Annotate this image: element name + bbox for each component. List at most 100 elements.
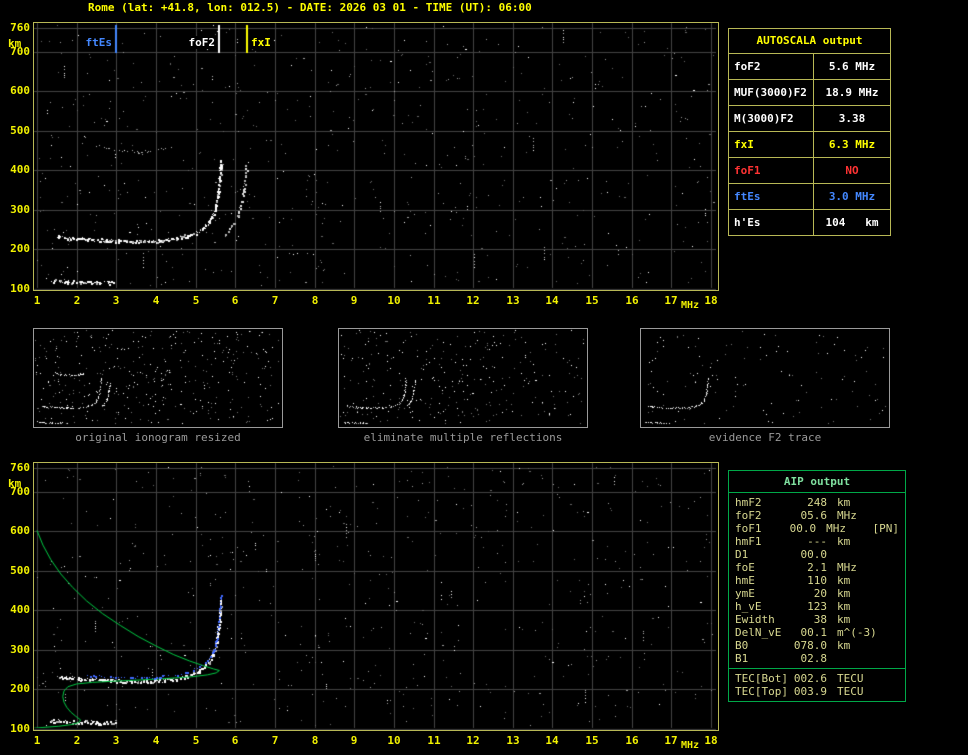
aip-param-value: 078.0 (793, 639, 827, 652)
aip-param-name: D1 (735, 548, 749, 561)
x-tick-label: 2 (73, 734, 81, 747)
x-tick-label: 16 (625, 294, 639, 307)
aip-param-note (885, 574, 899, 587)
autoscala-row-label: foF2 (729, 54, 814, 79)
aip-param-unit: m^(-3) (837, 626, 877, 639)
y-tick-label: 100 (10, 722, 30, 735)
aip-table-title: AIP output (729, 471, 905, 493)
autoscala-row-value: 3.0 MHz (828, 190, 876, 203)
aip-param-note (885, 639, 899, 652)
aip-param-unit: TECU (837, 672, 864, 685)
y-tick-label: 700 (10, 45, 30, 58)
y-tick-label: 500 (10, 124, 30, 137)
aip-param-value: 123 (807, 600, 827, 613)
x-tick-label: 9 (350, 294, 358, 307)
y-tick-label: 500 (10, 564, 30, 577)
aip-param-name: B0 (735, 639, 749, 652)
y-tick-label: 100 (10, 282, 30, 295)
marker-label-fxi: fxI (250, 36, 272, 49)
caption-multiple-reflections: eliminate multiple reflections (363, 431, 563, 444)
autoscala-row-value: NO (845, 164, 859, 177)
aip-param-unit (827, 652, 885, 665)
aip-param-unit: km (837, 613, 851, 626)
autoscala-table-title: AUTOSCALA output (729, 29, 890, 54)
aip-param-name: hmF2 (735, 496, 762, 509)
aip-row-fof1: foF1 00.0 MHz [PN] (729, 522, 905, 535)
aip-param-note (885, 561, 899, 574)
aip-output-table: AIP output hmF2 248 km foF2 05.6 MHz foF… (728, 470, 906, 702)
y-tick-label: 760 (10, 461, 30, 474)
x-tick-label: 17 (664, 734, 678, 747)
aip-param-name: hmF1 (735, 535, 762, 548)
aip-param-note (885, 509, 899, 522)
x-tick-label: 15 (585, 734, 599, 747)
aip-param-note (885, 535, 899, 548)
aip-row-hve: h_vE 123 km (729, 600, 905, 613)
autoscala-row-value: 18.9 MHz (825, 86, 879, 99)
x-tick-label: 8 (311, 294, 319, 307)
x-tick-label: 9 (350, 734, 358, 747)
aip-param-unit: MHz (826, 522, 847, 535)
aip-param-unit: km (837, 535, 851, 548)
aip-row-delnve: DelN_vE 00.1 m^(-3) (729, 626, 905, 639)
caption-original-ionogram: original ionogram resized (75, 431, 241, 444)
x-tick-label: 15 (585, 294, 599, 307)
aip-param-note (885, 548, 899, 561)
aip-param-unit: TECU (837, 685, 864, 698)
aip-row-b0: B0 078.0 km (729, 639, 905, 652)
aip-param-value: 00.0 (800, 548, 828, 561)
aip-row-tecbot: TEC[Bot] 002.6 TECU (729, 672, 905, 685)
autoscala-row-label: MUF(3000)F2 (729, 80, 814, 105)
x-tick-label: 10 (387, 294, 401, 307)
aip-param-unit: MHz (837, 509, 857, 522)
aip-row-hme: hmE 110 km (729, 574, 905, 587)
top-ionogram-plot (33, 22, 719, 291)
autoscala-row-muf: MUF(3000)F2 18.9 MHz (729, 80, 890, 106)
aip-param-name: TEC[Bot] (735, 672, 788, 685)
aip-param-note (885, 496, 899, 509)
thumb-f2-trace (640, 328, 890, 428)
x-tick-label: 3 (112, 294, 120, 307)
x-tick-label: 13 (506, 294, 520, 307)
aip-param-name: h_vE (735, 600, 762, 613)
aip-param-value: 002.6 (793, 672, 827, 685)
x-tick-label: 10 (387, 734, 401, 747)
y-tick-label: 700 (10, 485, 30, 498)
x-tick-label: 18 (704, 734, 718, 747)
autoscala-row-label: h'Es (729, 210, 814, 235)
aip-param-note (885, 587, 899, 600)
aip-param-unit: km (837, 600, 851, 613)
autoscala-screen: Rome (lat: +41.8, lon: 012.5) - DATE: 20… (0, 0, 968, 755)
aip-param-unit: MHz (837, 561, 857, 574)
x-tick-label: 14 (545, 294, 559, 307)
aip-param-value: 003.9 (793, 685, 827, 698)
x-tick-label: 3 (112, 734, 120, 747)
x-tick-label: 18 (704, 294, 718, 307)
autoscala-row-value: 3.38 (838, 112, 866, 125)
x-tick-label: 12 (466, 734, 480, 747)
x-tick-label: 4 (152, 734, 160, 747)
aip-param-value: 38 (813, 613, 827, 626)
aip-param-unit (827, 548, 885, 561)
autoscala-output-table: AUTOSCALA output foF2 5.6 MHz MUF(3000)F… (728, 28, 891, 236)
x-tick-label: 12 (466, 294, 480, 307)
aip-row-yme: ymE 20 km (729, 587, 905, 600)
autoscala-row-label: fxI (729, 132, 814, 157)
aip-tec-separator (729, 668, 905, 669)
aip-param-name: Ewidth (735, 613, 775, 626)
autoscala-row-m3000: M(3000)F2 3.38 (729, 106, 890, 132)
aip-param-value: 2.1 (807, 561, 827, 574)
x-tick-label: 11 (427, 734, 441, 747)
autoscala-row-fxi: fxI 6.3 MHz (729, 132, 890, 158)
aip-param-value: 00.0 (789, 522, 817, 535)
autoscala-row-value: 5.6 MHz (828, 60, 876, 73)
aip-param-note (885, 685, 899, 698)
x-tick-label: 8 (311, 734, 319, 747)
aip-param-unit: km (837, 587, 851, 600)
x-tick-label: 5 (192, 294, 200, 307)
thumb-multiple-reflections (338, 328, 588, 428)
thumb-original-ionogram (33, 328, 283, 428)
aip-param-value: 110 (807, 574, 827, 587)
autoscala-row-fof1: foF1 NO (729, 158, 890, 184)
aip-param-value: --- (807, 535, 827, 548)
